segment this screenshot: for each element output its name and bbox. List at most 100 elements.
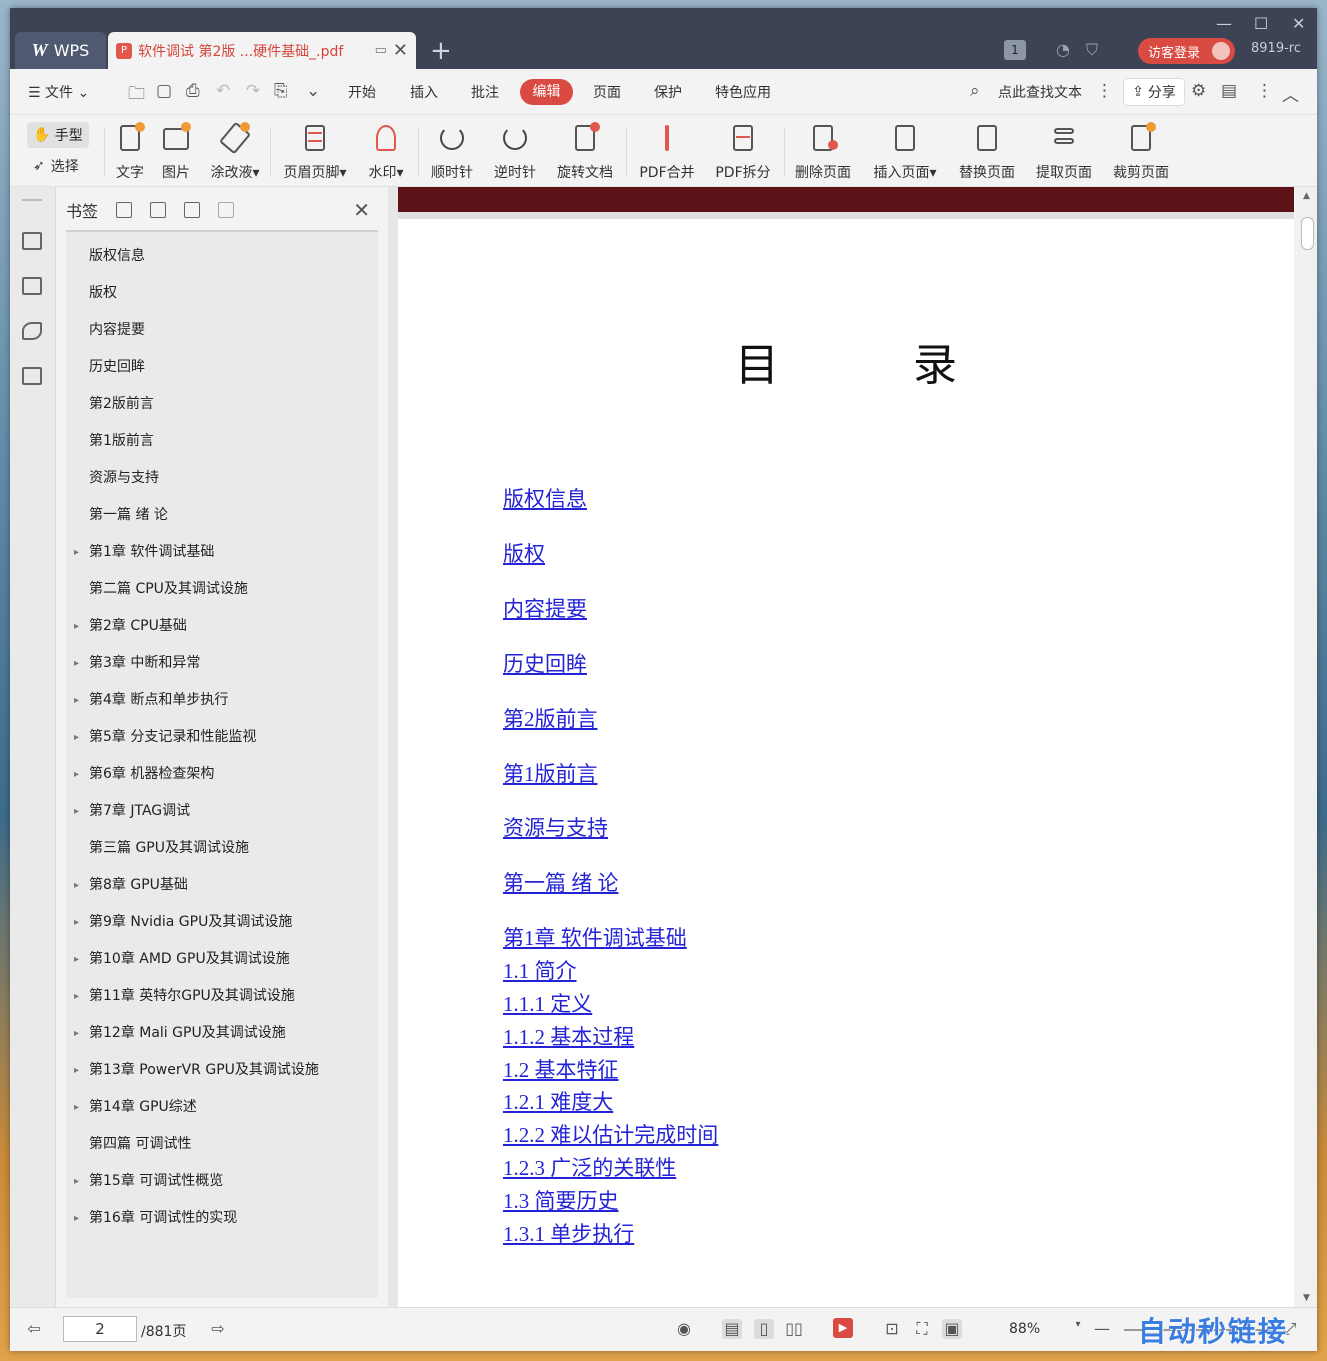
- bookmark-item[interactable]: 第3章 中断和异常: [66, 645, 378, 682]
- toc-link[interactable]: 1.2.3 广泛的关联性: [503, 1152, 676, 1182]
- single-page-view-icon[interactable]: ▯: [754, 1319, 774, 1339]
- toc-link[interactable]: 1.1.2 基本过程: [503, 1021, 634, 1051]
- vertical-scrollbar[interactable]: ▲ ▼: [1297, 187, 1317, 1307]
- select-tool-button[interactable]: ➶ 选择: [27, 156, 89, 176]
- annotation-icon[interactable]: [22, 322, 42, 340]
- document-tab[interactable]: P 软件调试 第2版 ...硬件基础_.pdf ▭ ✕: [108, 32, 416, 69]
- new-tab-button[interactable]: +: [430, 36, 452, 66]
- bookmark-item[interactable]: 第6章 机器检查架构: [66, 756, 378, 793]
- insert-page-button[interactable]: 插入页面▾: [868, 122, 942, 182]
- next-page-icon[interactable]: ⇨: [208, 1319, 228, 1339]
- export-icon[interactable]: ⎘: [274, 81, 288, 101]
- toc-link[interactable]: 1.3 简要历史: [503, 1185, 619, 1215]
- add-bookmark-icon[interactable]: [116, 202, 133, 218]
- menu-page[interactable]: 页面: [593, 82, 621, 102]
- bookmark-item[interactable]: 第8章 GPU基础: [66, 867, 378, 904]
- bookmark-item[interactable]: 第2章 CPU基础: [66, 608, 378, 645]
- eye-protection-icon[interactable]: ◉: [674, 1319, 694, 1339]
- zoom-dropdown-icon[interactable]: ▾: [1068, 1319, 1088, 1339]
- toc-link[interactable]: 内容提要: [503, 593, 587, 623]
- bookmark-options-icon[interactable]: [218, 202, 235, 218]
- guest-login-button[interactable]: 访客登录: [1138, 38, 1235, 64]
- minimize-icon[interactable]: —: [1216, 14, 1232, 33]
- scroll-up-icon[interactable]: ▲: [1303, 191, 1310, 201]
- window-close-icon[interactable]: ✕: [1292, 14, 1305, 33]
- bookmark-item[interactable]: 第14章 GPU综述: [66, 1089, 378, 1126]
- bookmark-item[interactable]: 第1版前言: [66, 423, 378, 460]
- bookmark-list-icon[interactable]: [22, 232, 42, 250]
- bookmark-item[interactable]: 第7章 JTAG调试: [66, 793, 378, 830]
- continuous-view-icon[interactable]: ▤: [722, 1319, 742, 1339]
- bookmark-item[interactable]: 第10章 AMD GPU及其调试设施: [66, 941, 378, 978]
- two-page-view-icon[interactable]: ▯▯: [784, 1319, 804, 1339]
- more-menu-icon[interactable]: ⋮: [1256, 81, 1273, 101]
- bookmark-item[interactable]: 内容提要: [66, 312, 378, 349]
- toc-link[interactable]: 历史回眸: [503, 648, 587, 678]
- toc-link[interactable]: 1.2 基本特征: [503, 1054, 619, 1084]
- pdf-split-button[interactable]: PDF拆分: [710, 122, 776, 182]
- delete-page-button[interactable]: 删除页面: [790, 122, 856, 182]
- scrollbar-thumb[interactable]: [1301, 217, 1314, 250]
- fit-page-icon[interactable]: ⛶: [912, 1319, 932, 1339]
- close-tab-icon[interactable]: ✕: [393, 40, 408, 61]
- menu-special[interactable]: 特色应用: [715, 82, 771, 102]
- toc-link[interactable]: 第1章 软件调试基础: [503, 922, 687, 952]
- zoom-level[interactable]: 88%: [1009, 1321, 1040, 1337]
- more-options-icon[interactable]: ⋮: [1096, 81, 1113, 101]
- menu-insert[interactable]: 插入: [410, 82, 438, 102]
- file-menu[interactable]: ☰ 文件 ⌄: [28, 82, 89, 102]
- menu-start[interactable]: 开始: [348, 82, 376, 102]
- toc-link[interactable]: 第一篇 绪 论: [503, 867, 619, 897]
- bookmark-item[interactable]: 版权: [66, 275, 378, 312]
- toc-link[interactable]: 1.3.1 单步执行: [503, 1218, 634, 1248]
- toc-link[interactable]: 1.2.1 难度大: [503, 1086, 613, 1116]
- play-slideshow-icon[interactable]: ▶: [833, 1318, 853, 1338]
- menu-annotate[interactable]: 批注: [471, 82, 499, 102]
- toc-link[interactable]: 版权: [503, 538, 545, 568]
- bookmark-item[interactable]: 第四篇 可调试性: [66, 1126, 378, 1163]
- correction-fluid-button[interactable]: 涂改液▾: [206, 121, 264, 182]
- toc-link[interactable]: 第2版前言: [503, 703, 598, 733]
- toc-link[interactable]: 资源与支持: [503, 812, 608, 842]
- watermark-button[interactable]: 水印▾: [364, 122, 408, 182]
- bookmark-item[interactable]: 第1章 软件调试基础: [66, 534, 378, 571]
- page-number-input[interactable]: 2: [63, 1316, 137, 1342]
- hand-tool-button[interactable]: ✋ 手型: [27, 122, 89, 148]
- edit-text-button[interactable]: 文字: [110, 122, 150, 182]
- redo-icon[interactable]: ↷: [246, 81, 260, 101]
- previous-page-icon[interactable]: ⇦: [24, 1319, 44, 1339]
- undo-icon[interactable]: ↶: [216, 81, 230, 101]
- actual-size-icon[interactable]: ⊡: [882, 1319, 902, 1339]
- scroll-down-icon[interactable]: ▼: [1303, 1293, 1310, 1303]
- open-folder-icon[interactable]: 🗀: [128, 81, 145, 110]
- zoom-out-icon[interactable]: —: [1092, 1319, 1112, 1339]
- bookmark-item[interactable]: 历史回眸: [66, 349, 378, 386]
- toc-link[interactable]: 1.1.1 定义: [503, 988, 592, 1018]
- menu-protect[interactable]: 保护: [654, 82, 682, 102]
- save-icon[interactable]: ▢: [156, 81, 172, 101]
- rotate-counterclockwise-button[interactable]: 逆时针: [489, 122, 541, 182]
- print-icon[interactable]: ⎙: [186, 81, 200, 101]
- skin-shirt-icon[interactable]: ⛉: [1086, 40, 1098, 60]
- toc-link[interactable]: 1.1 简介: [503, 955, 577, 985]
- collapse-ribbon-icon[interactable]: ︿: [1282, 81, 1299, 106]
- toc-link[interactable]: 1.2.2 难以估计完成时间: [503, 1119, 718, 1149]
- monitor-icon[interactable]: ▭: [375, 43, 387, 58]
- bookmark-item[interactable]: 第一篇 绪 论: [66, 497, 378, 534]
- bookmark-item[interactable]: 版权信息: [66, 238, 378, 275]
- bookmark-item[interactable]: 第9章 Nvidia GPU及其调试设施: [66, 904, 378, 941]
- bookmark-item[interactable]: 第13章 PowerVR GPU及其调试设施: [66, 1052, 378, 1089]
- rotate-document-button[interactable]: 旋转文档: [552, 122, 618, 182]
- thumbnail-image-icon[interactable]: [22, 277, 42, 295]
- insert-bookmark-icon[interactable]: [184, 202, 201, 218]
- wps-home-tab[interactable]: W WPS: [15, 32, 106, 69]
- crop-page-button[interactable]: 裁剪页面: [1108, 122, 1174, 182]
- replace-page-button[interactable]: 替换页面: [954, 122, 1020, 182]
- collapse-bookmarks-icon[interactable]: [150, 202, 167, 218]
- attachment-icon[interactable]: [22, 367, 42, 385]
- pdf-merge-button[interactable]: PDF合并: [634, 122, 700, 182]
- bookmark-item[interactable]: 第15章 可调试性概览: [66, 1163, 378, 1200]
- close-panel-icon[interactable]: ✕: [353, 198, 370, 222]
- rotate-clockwise-button[interactable]: 顺时针: [426, 122, 478, 182]
- panel-splitter[interactable]: [388, 187, 398, 1307]
